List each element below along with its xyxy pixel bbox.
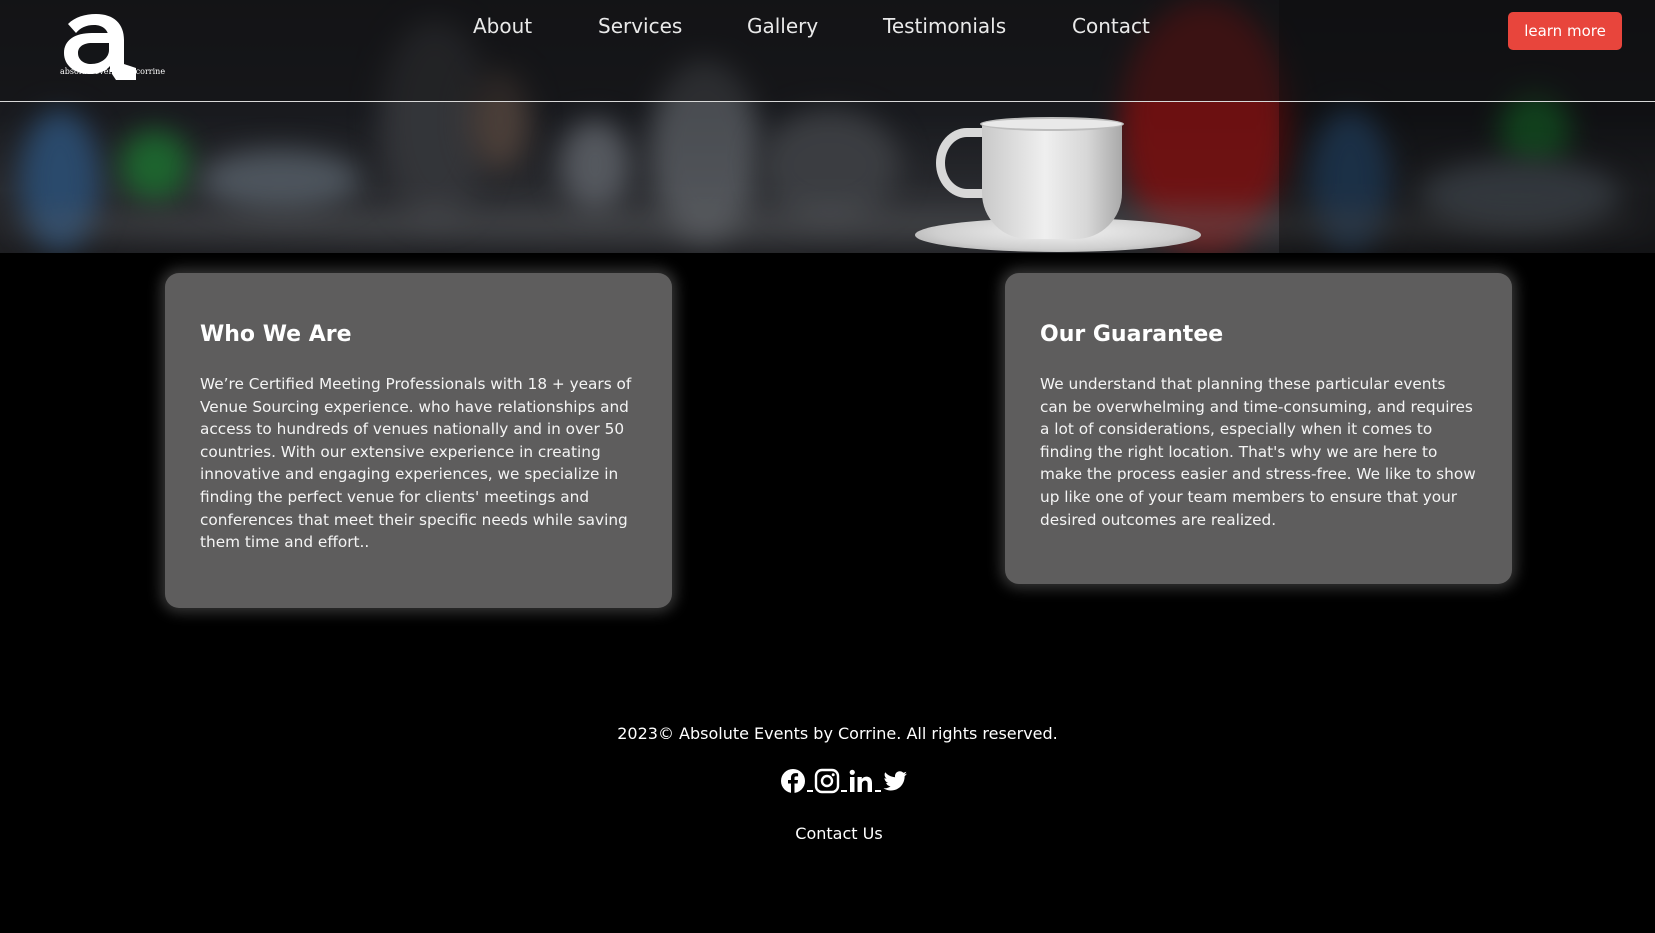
linkedin-icon[interactable] [848,768,874,794]
page: absoluteevents by corrine About Services… [0,0,1655,933]
instagram-icon[interactable] [814,768,840,794]
social-separator [875,790,881,792]
nav-item-about[interactable]: About [473,14,532,38]
contact-us-link[interactable]: Contact Us [0,824,1655,843]
logo-text: absoluteevents by corrine [60,67,166,76]
twitter-icon[interactable] [882,768,908,794]
nav-item-gallery[interactable]: Gallery [747,14,818,38]
nav-item-contact[interactable]: Contact [1072,14,1150,38]
navbar-divider [0,101,1655,102]
facebook-icon[interactable] [780,768,806,794]
social-links [780,766,908,794]
main-nav: About Services Gallery Testimonials Cont… [0,14,1655,44]
card-who-we-are: Who We Are We’re Certified Meeting Profe… [165,273,672,608]
footer-copyright: 2023© Absolute Events by Corrine. All ri… [617,724,1058,743]
cup-rim-image [980,117,1124,131]
social-separator [807,790,813,792]
nav-item-services[interactable]: Services [598,14,682,38]
social-separator [841,790,847,792]
learn-more-button[interactable]: learn more [1508,12,1622,50]
nav-item-testimonials[interactable]: Testimonials [883,14,1006,38]
card-body: We understand that planning these partic… [1040,375,1476,529]
card-body: We’re Certified Meeting Professionals wi… [200,375,632,552]
card-our-guarantee: Our Guarantee We understand that plannin… [1005,273,1512,584]
card-title: Our Guarantee [1040,322,1224,347]
coffee-cup-image [982,121,1122,239]
card-title: Who We Are [200,322,352,347]
